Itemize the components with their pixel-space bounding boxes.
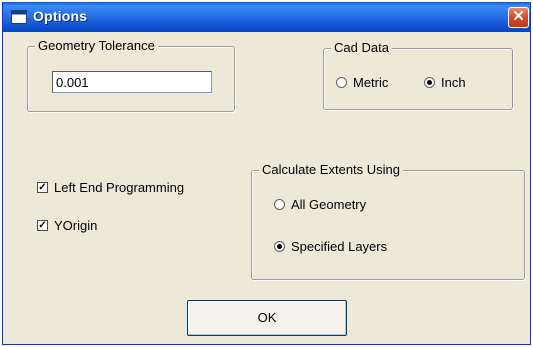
cad-data-group: Cad Data Metric Inch (323, 40, 513, 110)
close-button[interactable]: ✕ (508, 7, 529, 28)
radio-specified-layers-label: Specified Layers (291, 239, 388, 254)
radio-metric[interactable]: Metric (336, 75, 388, 90)
radio-inch[interactable]: Inch (424, 75, 466, 90)
radio-metric-indicator (336, 77, 347, 88)
cad-data-label: Cad Data (331, 40, 392, 55)
radio-metric-label: Metric (353, 75, 389, 90)
radio-all-geometry-indicator (274, 199, 285, 210)
title-bar[interactable]: Options ✕ (3, 2, 530, 32)
geometry-tolerance-input[interactable] (52, 71, 212, 93)
geometry-tolerance-label: Geometry Tolerance (35, 38, 158, 53)
close-icon: ✕ (512, 8, 525, 25)
window-title: Options (33, 8, 88, 24)
checkbox-left-end-programming-box: ✓ (37, 182, 48, 193)
calculate-extents-label: Calculate Extents Using (259, 162, 404, 177)
checkbox-yorigin-box: ✓ (37, 220, 48, 231)
radio-inch-label: Inch (441, 75, 466, 90)
ok-button-label: OK (257, 310, 277, 325)
window-icon (11, 10, 27, 24)
radio-specified-layers[interactable]: Specified Layers (274, 239, 387, 254)
checkbox-yorigin[interactable]: ✓ YOrigin (37, 218, 97, 233)
checkbox-left-end-programming-label: Left End Programming (54, 180, 185, 195)
calculate-extents-group: Calculate Extents Using All Geometry Spe… (251, 162, 525, 280)
radio-all-geometry[interactable]: All Geometry (274, 197, 366, 212)
checkbox-left-end-programming[interactable]: ✓ Left End Programming (37, 180, 184, 195)
radio-specified-layers-indicator (274, 241, 285, 252)
radio-all-geometry-label: All Geometry (291, 197, 367, 212)
geometry-tolerance-group: Geometry Tolerance (27, 38, 235, 112)
checkbox-yorigin-label: YOrigin (54, 218, 98, 233)
options-dialog: Options ✕ Geometry Tolerance Cad Data Me… (2, 2, 531, 345)
ok-button[interactable]: OK (187, 300, 347, 336)
radio-inch-indicator (424, 77, 435, 88)
